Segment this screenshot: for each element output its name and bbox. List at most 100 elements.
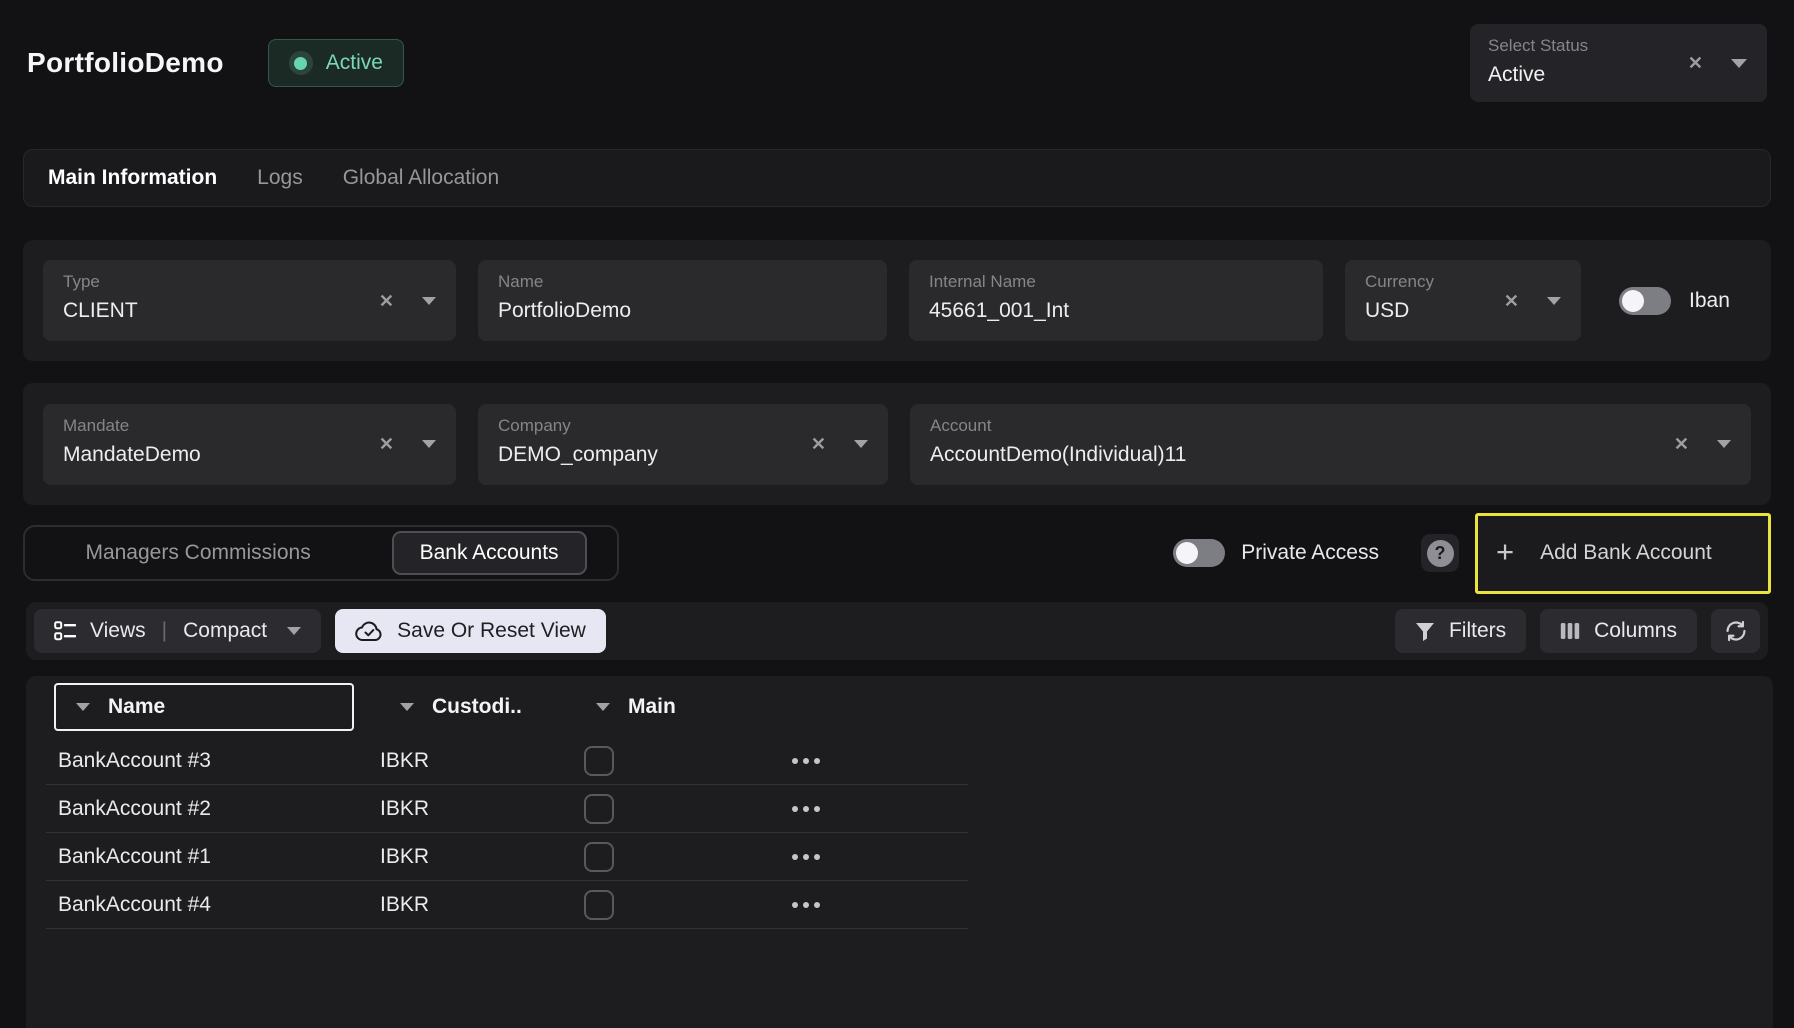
status-filter-select[interactable]: Select Status Active ✕ — [1470, 24, 1767, 102]
status-badge-label: Active — [326, 51, 383, 75]
page-title: PortfolioDemo — [27, 47, 224, 79]
field-label: Account — [930, 416, 1631, 436]
chevron-down-icon[interactable] — [1547, 297, 1561, 305]
field-label: Company — [498, 416, 768, 436]
cloud-check-icon — [355, 620, 383, 643]
chevron-down-icon[interactable] — [854, 440, 868, 448]
refresh-button[interactable] — [1711, 609, 1760, 653]
table-row[interactable]: BankAccount #2 IBKR — [46, 785, 968, 833]
bank-accounts-table: Name Custodi.. Main BankAccount #3 IBKR … — [26, 676, 1773, 1028]
field-value: 45661_001_Int — [929, 299, 1203, 323]
field-label: Name — [498, 272, 767, 292]
name-field[interactable]: Name PortfolioDemo — [478, 260, 887, 341]
main-checkbox[interactable] — [584, 746, 614, 776]
column-header-main[interactable]: Main — [584, 695, 676, 719]
clear-icon[interactable]: ✕ — [379, 435, 394, 453]
tab-main-information[interactable]: Main Information — [48, 166, 217, 190]
save-or-reset-view-button[interactable]: Save Or Reset View — [335, 609, 606, 653]
column-header-label: Custodi.. — [432, 695, 522, 719]
question-mark-icon: ? — [1427, 540, 1454, 567]
table-row[interactable]: BankAccount #4 IBKR — [46, 881, 968, 929]
main-tabbar: Main Information Logs Global Allocation — [23, 149, 1771, 207]
views-mode-value: Compact — [183, 619, 267, 643]
field-value: PortfolioDemo — [498, 299, 767, 323]
cell-name: BankAccount #2 — [58, 797, 380, 821]
tab-global-allocation[interactable]: Global Allocation — [343, 166, 499, 190]
field-label: Mandate — [63, 416, 336, 436]
clear-icon[interactable]: ✕ — [1688, 54, 1703, 72]
chevron-down-icon[interactable] — [422, 440, 436, 448]
divider: | — [162, 619, 167, 643]
cell-custodian: IBKR — [380, 749, 584, 773]
column-menu-icon[interactable] — [76, 703, 90, 711]
toolbar-right-group: Filters Columns — [1395, 609, 1760, 653]
clear-icon[interactable]: ✕ — [811, 435, 826, 453]
table-header-row: Name Custodi.. Main — [26, 676, 1773, 737]
main-checkbox[interactable] — [584, 890, 614, 920]
main-checkbox[interactable] — [584, 842, 614, 872]
clear-icon[interactable]: ✕ — [1674, 435, 1689, 453]
chevron-down-icon — [287, 627, 301, 635]
columns-label: Columns — [1594, 619, 1677, 643]
main-checkbox[interactable] — [584, 794, 614, 824]
private-access-toggle[interactable] — [1173, 539, 1225, 567]
refresh-icon — [1723, 618, 1749, 644]
cell-custodian: IBKR — [380, 797, 584, 821]
tab-managers-commissions[interactable]: Managers Commissions — [55, 541, 340, 565]
clear-icon[interactable]: ✕ — [379, 292, 394, 310]
status-filter-label: Select Status — [1488, 36, 1749, 56]
row-actions-menu[interactable] — [792, 806, 820, 812]
iban-label: Iban — [1689, 289, 1730, 313]
iban-toggle[interactable] — [1619, 287, 1671, 315]
cell-name: BankAccount #1 — [58, 845, 380, 869]
table-body: BankAccount #3 IBKR BankAccount #2 IBKR … — [46, 737, 968, 929]
save-or-reset-view-label: Save Or Reset View — [397, 619, 586, 643]
status-dot-icon — [289, 51, 313, 75]
cell-name: BankAccount #4 — [58, 893, 380, 917]
row-actions-menu[interactable] — [792, 758, 820, 764]
field-value: AccountDemo(Individual)11 — [930, 443, 1631, 467]
chevron-down-icon[interactable] — [1731, 59, 1747, 68]
column-menu-icon[interactable] — [400, 703, 414, 711]
field-label: Currency — [1365, 272, 1461, 292]
tab-bank-accounts[interactable]: Bank Accounts — [392, 531, 587, 575]
views-dropdown-button[interactable]: Views | Compact — [34, 609, 321, 653]
clear-icon[interactable]: ✕ — [1504, 292, 1519, 310]
table-row[interactable]: BankAccount #3 IBKR — [46, 737, 968, 785]
field-value: DEMO_company — [498, 443, 768, 467]
cell-custodian: IBKR — [380, 893, 584, 917]
mandate-select[interactable]: Mandate MandateDemo ✕ — [43, 404, 456, 485]
column-menu-icon[interactable] — [596, 703, 610, 711]
status-badge: Active — [268, 39, 404, 87]
field-label: Type — [63, 272, 336, 292]
type-select[interactable]: Type CLIENT ✕ — [43, 260, 456, 341]
company-select[interactable]: Company DEMO_company ✕ — [478, 404, 888, 485]
section-row: Managers Commissions Bank Accounts Priva… — [23, 518, 1771, 588]
table-toolbar: Views | Compact Save Or Reset View Filte… — [26, 602, 1768, 660]
form-row-2: Mandate MandateDemo ✕ Company DEMO_compa… — [23, 383, 1771, 505]
filters-label: Filters — [1449, 619, 1506, 643]
field-label: Internal Name — [929, 272, 1203, 292]
columns-button[interactable]: Columns — [1540, 609, 1697, 653]
views-label: Views — [90, 619, 146, 643]
tab-logs[interactable]: Logs — [257, 166, 303, 190]
column-header-custodian[interactable]: Custodi.. — [354, 695, 584, 719]
plus-icon: + — [1496, 536, 1514, 567]
table-row[interactable]: BankAccount #1 IBKR — [46, 833, 968, 881]
chevron-down-icon[interactable] — [1717, 440, 1731, 448]
currency-select[interactable]: Currency USD ✕ — [1345, 260, 1581, 341]
account-select[interactable]: Account AccountDemo(Individual)11 ✕ — [910, 404, 1751, 485]
columns-icon — [1560, 621, 1580, 641]
row-actions-menu[interactable] — [792, 902, 820, 908]
filters-button[interactable]: Filters — [1395, 609, 1526, 653]
internal-name-field[interactable]: Internal Name 45661_001_Int — [909, 260, 1323, 341]
add-bank-account-button[interactable]: + Add Bank Account — [1475, 513, 1771, 594]
column-header-name[interactable]: Name — [54, 683, 354, 731]
iban-toggle-group: Iban — [1619, 287, 1730, 315]
row-actions-menu[interactable] — [792, 854, 820, 860]
private-access-label: Private Access — [1241, 541, 1379, 565]
private-access-help-button[interactable]: ? — [1421, 534, 1459, 572]
views-icon — [54, 621, 76, 641]
field-value: MandateDemo — [63, 443, 336, 467]
chevron-down-icon[interactable] — [422, 297, 436, 305]
